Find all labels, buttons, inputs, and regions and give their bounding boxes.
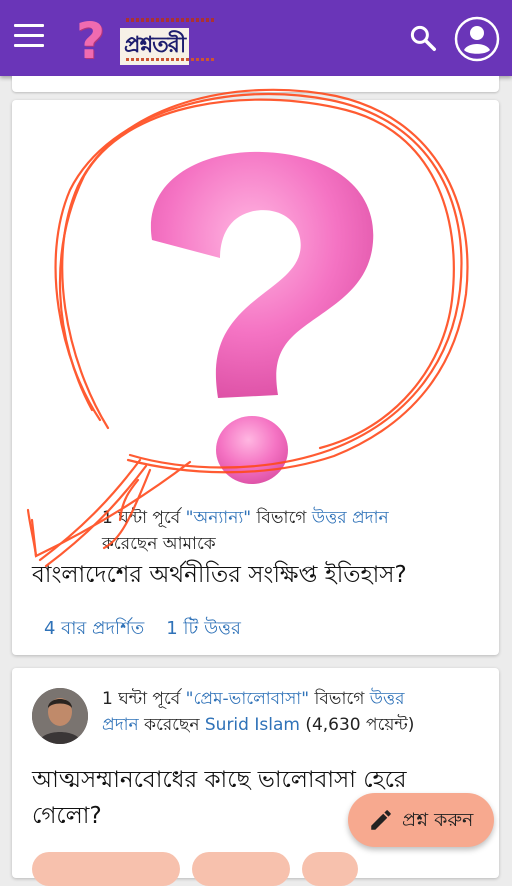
tag-chip[interactable]	[32, 852, 180, 886]
ask-question-label: প্রশ্ন করুন	[402, 809, 474, 831]
meta-suffix: করেছেন আমাকে	[102, 534, 216, 554]
question-title[interactable]: বাংলাদেশের অর্থনীতির সংক্ষিপ্ত ইতিহাস?	[32, 557, 407, 593]
app-logo[interactable]: ? প্রশ্নতরী	[76, 12, 222, 70]
post-stats: 4 বার প্রদর্শিত 1 টি উত্তর	[44, 614, 263, 645]
user-photo	[32, 688, 88, 744]
post-time: 1 ঘন্টা পূর্বে	[102, 689, 186, 709]
account-icon[interactable]	[454, 16, 500, 62]
answer-link-cont[interactable]: প্রদান	[102, 715, 139, 735]
answer-link[interactable]: উত্তর প্রদান	[312, 508, 389, 528]
answers-count[interactable]: 1 টি উত্তর	[166, 618, 241, 639]
post-meta: 1 ঘন্টা পূর্বে "অন্যান্য" বিভাগে উত্তর প…	[102, 505, 482, 557]
avatar[interactable]	[32, 688, 88, 744]
post-time: 1 ঘন্টা পূর্বে	[102, 508, 186, 528]
app-bar: ? প্রশ্নতরী	[0, 0, 512, 76]
question-mark-image	[150, 151, 374, 484]
tag-chip[interactable]	[302, 852, 358, 886]
logo-question-mark: ?	[76, 12, 106, 70]
meta-mid: বিভাগে	[309, 689, 370, 709]
views-count[interactable]: 4 বার প্রদর্শিত	[44, 618, 144, 639]
tag-chip[interactable]	[192, 852, 290, 886]
meta-suffix: করেছেন	[138, 715, 205, 735]
post-meta: 1 ঘন্টা পূর্বে "প্রেম-ভালোবাসা" বিভাগে উ…	[102, 686, 492, 738]
search-icon[interactable]	[408, 23, 438, 53]
pencil-icon	[371, 810, 391, 830]
logo-tagline-bottom	[126, 58, 216, 61]
previous-card-bottom	[12, 76, 499, 92]
user-link[interactable]: Surid Islam	[205, 715, 300, 735]
category-link[interactable]: "প্রেম-ভালোবাসা"	[186, 689, 309, 709]
tag-row	[0, 852, 512, 886]
menu-icon[interactable]	[14, 24, 48, 52]
logo-tagline-top	[126, 18, 216, 22]
category-link[interactable]: "অন্যান্য"	[186, 508, 251, 528]
meta-mid: বিভাগে	[251, 508, 312, 528]
answer-link[interactable]: উত্তর	[370, 689, 405, 709]
user-points: (4,630 পয়েন্ট)	[299, 715, 415, 735]
ask-question-button[interactable]: প্রশ্ন করুন	[348, 793, 494, 847]
